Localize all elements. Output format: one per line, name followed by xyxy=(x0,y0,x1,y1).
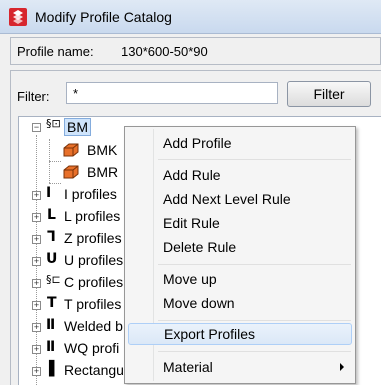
menu-item-delete-rule[interactable]: Delete Rule xyxy=(128,236,352,258)
title-bar[interactable]: Modify Profile Catalog xyxy=(0,0,381,34)
menu-separator xyxy=(158,159,351,160)
expand-icon[interactable]: + xyxy=(32,213,41,222)
context-menu[interactable]: Add Profile Add Rule Add Next Level Rule… xyxy=(124,126,356,384)
tree-item-label[interactable]: Welded b xyxy=(64,318,123,334)
menu-separator xyxy=(158,264,351,265)
tree-item-welded-beams[interactable]: + Ⅱ Welded b xyxy=(19,315,139,337)
profile-name-group: Profile name: 130*600-50*90 xyxy=(10,37,381,65)
tree-item-label[interactable]: L profiles xyxy=(64,208,120,224)
menu-separator xyxy=(158,320,351,321)
expand-icon[interactable]: + xyxy=(32,367,41,376)
tree-item-label[interactable]: WQ profi xyxy=(64,340,119,356)
tree-item-label[interactable]: BM xyxy=(64,118,91,136)
filter-label: Filter: xyxy=(17,89,50,104)
filter-button[interactable]: Filter xyxy=(287,81,371,107)
tree-item-wq-profiles[interactable]: + Ⅱ WQ profi xyxy=(19,337,139,359)
menu-item-export-profiles[interactable]: Export Profiles xyxy=(128,323,352,345)
expand-icon[interactable]: + xyxy=(32,257,41,266)
tree-item-label[interactable]: BMK xyxy=(87,142,117,158)
menu-separator xyxy=(158,351,351,352)
filter-input[interactable] xyxy=(66,82,278,104)
tree-item-l-profiles[interactable]: + L L profiles xyxy=(19,205,139,227)
t-profile-icon: T xyxy=(47,295,57,311)
tree-item-label[interactable]: BMR xyxy=(87,164,118,180)
u-profile-icon: U xyxy=(46,251,58,267)
menu-item-move-down[interactable]: Move down xyxy=(128,292,352,314)
expand-icon[interactable]: + xyxy=(32,235,41,244)
tree-item-label[interactable]: C profiles xyxy=(64,274,123,290)
menu-item-label: Material xyxy=(163,359,213,375)
profile-shape-icon xyxy=(63,165,79,179)
menu-item-add-next-level-rule[interactable]: Add Next Level Rule xyxy=(128,188,352,210)
expand-icon[interactable]: + xyxy=(32,345,41,354)
tree-item-label[interactable]: Rectangu xyxy=(64,362,124,378)
tree-item-label[interactable]: T profiles xyxy=(64,296,121,312)
i-profile-icon: Ⅰ xyxy=(46,185,52,201)
tree-item-bmr[interactable]: BMR xyxy=(19,161,139,183)
expand-icon[interactable]: + xyxy=(32,323,41,332)
welded-profile-icon: Ⅱ xyxy=(46,317,56,333)
expand-icon[interactable]: + xyxy=(32,191,41,200)
expand-icon[interactable]: + xyxy=(32,301,41,310)
tree-item-c-profiles[interactable]: + §⊏ C profiles xyxy=(19,271,139,293)
tree-item-label[interactable]: Z profiles xyxy=(64,230,122,246)
menu-item-add-rule[interactable]: Add Rule xyxy=(128,164,352,186)
tree-item-z-profiles[interactable]: + ᒣ Z profiles xyxy=(19,227,139,249)
tree-item-label[interactable]: U profiles xyxy=(64,252,123,268)
menu-item-edit-rule[interactable]: Edit Rule xyxy=(128,212,352,234)
menu-item-move-up[interactable]: Move up xyxy=(128,268,352,290)
profile-folder-icon: §⊡ xyxy=(46,117,61,130)
menu-item-add-profile[interactable]: Add Profile xyxy=(128,132,352,154)
tree-item-bm[interactable]: − §⊡ BM xyxy=(19,117,139,139)
app-icon xyxy=(9,8,27,26)
tree-item-bmk[interactable]: BMK xyxy=(19,139,139,161)
window-title: Modify Profile Catalog xyxy=(35,9,172,25)
l-profile-icon: L xyxy=(47,207,56,223)
wq-profile-icon: Ⅱ xyxy=(46,339,56,355)
tree-item-t-profiles[interactable]: + T T profiles xyxy=(19,293,139,315)
profile-name-label: Profile name: xyxy=(17,44,94,59)
expand-icon[interactable]: + xyxy=(32,279,41,288)
rectangular-profile-icon: ▌ xyxy=(49,361,60,377)
collapse-icon[interactable]: − xyxy=(32,123,41,132)
z-profile-icon: ᒣ xyxy=(47,229,56,245)
menu-item-material[interactable]: Material xyxy=(128,356,352,378)
tree-item-i-profiles[interactable]: + Ⅰ I profiles xyxy=(19,183,139,205)
profile-name-value: 130*600-50*90 xyxy=(121,44,208,59)
tree-item-rectangular[interactable]: + ▌ Rectangu xyxy=(19,359,139,381)
submenu-arrow-icon xyxy=(340,363,344,371)
c-profile-icon: §⊏ xyxy=(46,273,61,286)
tree-item-label[interactable]: I profiles xyxy=(64,186,117,202)
tree-item-u-profiles[interactable]: + U U profiles xyxy=(19,249,139,271)
profile-shape-icon xyxy=(63,143,79,157)
